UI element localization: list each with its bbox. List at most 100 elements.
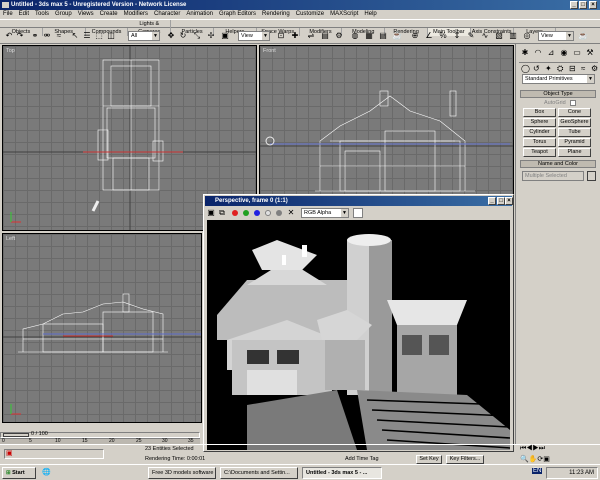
save-icon[interactable]: ▣ [206,208,216,218]
box-button[interactable]: Box [523,108,556,117]
spacewarps-icon[interactable]: ≈ [581,64,585,73]
link-icon[interactable]: ⚭ [30,31,40,41]
mono-channel-icon[interactable] [276,210,282,216]
region-select-icon[interactable]: ⬚ [94,31,104,41]
object-type-rollout[interactable]: Object Type [520,90,596,98]
select-by-name-icon[interactable]: ☰ [82,31,92,41]
cone-button[interactable]: Cone [558,108,591,117]
systems-icon[interactable]: ⚙ [591,64,598,73]
unlink-icon[interactable]: ⚮ [42,31,52,41]
render-scene-icon[interactable]: ▤ [378,31,388,41]
blue-channel-icon[interactable] [254,210,260,216]
modify-tab-icon[interactable]: ◠ [532,47,544,59]
select-scale-icon[interactable]: ⤡ [192,31,202,41]
language-indicator[interactable]: EN [532,468,543,474]
viewport-navigation-icon[interactable]: 🔍✋⟳▣ [520,455,550,463]
ref-coord-dropdown[interactable]: View ▼ [238,31,270,41]
channel-dropdown[interactable]: RGB Alpha ▼ [301,208,349,218]
material-icon[interactable]: ◎ [522,31,532,41]
move-icon[interactable]: ✚ [290,31,300,41]
taskbar-item-browser[interactable]: Free 3D models software ... [148,467,216,479]
clear-icon[interactable]: ✕ [286,208,296,218]
render-view-dropdown[interactable]: View ▼ [538,31,574,41]
playback-controls-icon[interactable]: ⏮◀▶⏭ [520,445,545,453]
menu-customize[interactable]: Customize [293,11,327,17]
angle-snap-icon[interactable]: ∠ [424,31,434,41]
maxscript-listener[interactable] [4,449,104,459]
track-view-icon[interactable]: ⚙ [334,31,344,41]
window-crossing-icon[interactable]: ◫ [106,31,116,41]
torus-button[interactable]: Torus [523,138,556,147]
select-move-icon[interactable]: ✥ [166,31,176,41]
menu-file[interactable]: File [0,11,16,17]
teapot-button[interactable]: Teapot [523,148,556,157]
clone-icon[interactable]: ⧉ [217,208,227,218]
snap-icon[interactable]: ⊕ [410,31,420,41]
schematic-icon[interactable]: ▦ [364,31,374,41]
autogrid-checkbox[interactable] [570,100,576,106]
set-key-button[interactable]: Set Key [416,455,442,464]
green-channel-icon[interactable] [243,210,249,216]
motion-tab-icon[interactable]: ◉ [558,47,570,59]
spinner-snap-icon[interactable]: ⇕ [452,31,462,41]
lights-icon[interactable]: ✦ [545,64,552,73]
menu-character[interactable]: Character [151,11,183,17]
display-tab-icon[interactable]: ▭ [571,47,583,59]
quick-launch-icon[interactable]: 🌐 [42,468,51,476]
close-button[interactable]: × [589,1,597,9]
render-minimize-button[interactable]: _ [488,197,496,205]
red-channel-icon[interactable] [232,210,238,216]
viewport-left[interactable]: Left [2,233,202,423]
taskbar-item-explorer[interactable]: C:\Documents and Settin... [220,467,298,479]
cylinder-button[interactable]: Cylinder [523,128,556,137]
menu-views[interactable]: Views [75,11,97,17]
align-icon[interactable]: ▤ [320,31,330,41]
menu-rendering[interactable]: Rendering [259,11,293,17]
add-time-tag[interactable]: Add Time Tag [345,456,379,462]
plane-button[interactable]: Plane [558,148,591,157]
selection-filter-dropdown[interactable]: All ▼ [128,31,160,41]
start-button[interactable]: ⊞ Start [2,467,36,479]
menu-tools[interactable]: Tools [32,11,52,17]
menu-help[interactable]: Help [361,11,379,17]
taskbar-item-3dsmax[interactable]: Untitled - 3ds max 5 - ... [302,467,382,479]
name-field[interactable]: Multiple Selected [522,171,584,181]
quick-render-icon[interactable]: ☕ [392,31,402,41]
category-dropdown[interactable]: Standard Primitives ▼ [522,74,595,84]
key-filters-button[interactable]: Key Filters... [446,455,484,464]
utilities-tab-icon[interactable]: ⚒ [584,47,596,59]
name-color-rollout[interactable]: Name and Color [520,160,596,168]
manipulate-icon[interactable]: ✢ [206,31,216,41]
undo-icon[interactable]: ↶ [4,31,14,41]
tube-button[interactable]: Tube [558,128,591,137]
pyramid-button[interactable]: Pyramid [558,138,591,147]
material-editor-icon[interactable]: ◍ [350,31,360,41]
scale-icon[interactable]: ▣ [220,31,230,41]
render-maximize-button[interactable]: □ [497,197,505,205]
menu-animation[interactable]: Animation [183,11,216,17]
select-icon[interactable]: ↖ [70,31,80,41]
shapes-icon[interactable]: ↺ [533,64,540,73]
create-tab-icon[interactable]: ✱ [519,47,531,59]
curve-editor-icon[interactable]: ∿ [480,31,490,41]
select-rotate-icon[interactable]: ↻ [178,31,188,41]
menu-create[interactable]: Create [97,11,121,17]
maximize-button[interactable]: □ [579,1,587,9]
named-selection-icon[interactable]: ✎ [466,31,476,41]
sphere-button[interactable]: Sphere [523,118,556,127]
layer-icon[interactable]: ▧ [494,31,504,41]
minimize-button[interactable]: _ [570,1,578,9]
menu-modifiers[interactable]: Modifiers [121,11,151,17]
menu-graph-editors[interactable]: Graph Editors [216,11,259,17]
menu-edit[interactable]: Edit [16,11,32,17]
percent-snap-icon[interactable]: % [438,31,448,41]
bind-spacewarp-icon[interactable]: ≈ [54,31,64,41]
object-color-swatch[interactable] [587,171,596,181]
menu-group[interactable]: Group [52,11,75,17]
geosphere-button[interactable]: GeoSphere [558,118,591,127]
redo-icon[interactable]: ↷ [15,31,25,41]
color-swatch[interactable] [353,208,363,218]
render-close-button[interactable]: × [505,197,513,205]
mirror-icon[interactable]: ⇌ [306,31,316,41]
geometry-icon[interactable]: ◯ [521,64,530,73]
